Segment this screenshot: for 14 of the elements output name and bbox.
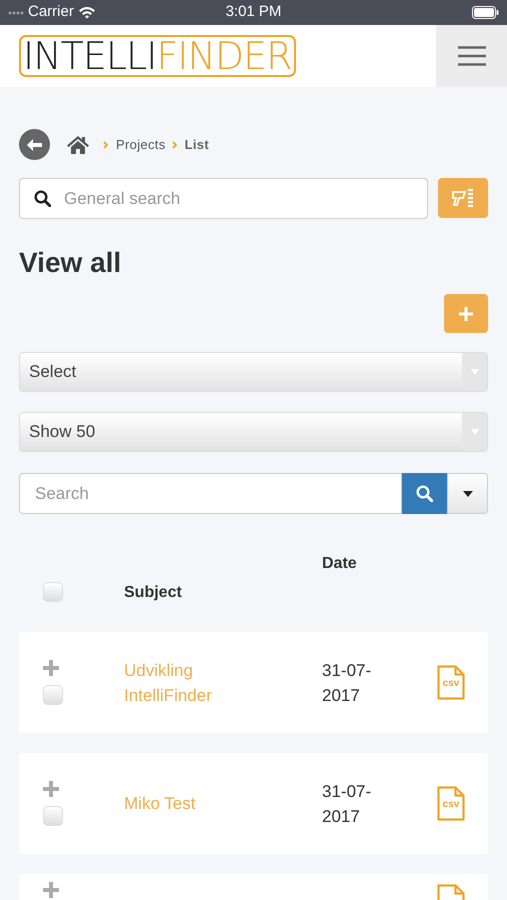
column-header[interactable]: Subject bbox=[124, 581, 182, 605]
breadcrumb-link[interactable]: List bbox=[184, 134, 209, 154]
column-header[interactable]: Date bbox=[322, 552, 357, 576]
table-search-field[interactable]: Search bbox=[19, 473, 402, 514]
clock-label: 3:01 PM bbox=[226, 2, 282, 22]
carrier-label: Carrier bbox=[28, 2, 74, 22]
page-title: View all bbox=[18, 249, 122, 277]
general-search-field[interactable]: General search bbox=[19, 178, 428, 219]
date-cell-text: 31-07- 2017 bbox=[322, 660, 372, 706]
date-cell-text: 31-07- 2017 bbox=[322, 780, 372, 828]
dropdown[interactable]: Select bbox=[19, 352, 488, 392]
logo: INTELLI FINDER bbox=[19, 35, 296, 77]
breadcrumb-link[interactable]: Projects bbox=[116, 134, 166, 154]
dropdown[interactable]: Show 50 bbox=[19, 412, 488, 452]
